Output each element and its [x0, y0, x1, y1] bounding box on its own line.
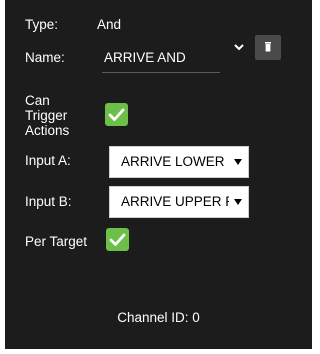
- chevron-down-icon[interactable]: [232, 40, 246, 54]
- input-b-selected: ARRIVE UPPER RI(: [121, 194, 229, 209]
- input-b-select[interactable]: ARRIVE UPPER RI(: [109, 186, 249, 218]
- type-label: Type:: [25, 17, 59, 32]
- input-a-label: Input A:: [25, 153, 71, 168]
- name-field-wrapper: [102, 44, 220, 73]
- caret-down-icon: [234, 199, 242, 205]
- channel-id: Channel ID: 0: [117, 310, 200, 325]
- per-target-label: Per Target: [25, 234, 88, 249]
- name-label: Name:: [25, 50, 65, 65]
- type-value: And: [97, 17, 122, 32]
- properties-panel: Type: And Name: Can Trigger Actions Inpu…: [5, 0, 312, 349]
- trigger-actions-line-1: Can: [25, 93, 50, 108]
- trash-icon: [265, 42, 271, 52]
- input-a-selected: ARRIVE LOWER RI: [121, 154, 229, 169]
- input-a-select[interactable]: ARRIVE LOWER RI: [109, 146, 249, 178]
- input-b-label: Input B:: [25, 194, 72, 209]
- trigger-actions-line-3: Actions: [25, 123, 70, 138]
- name-input[interactable]: [102, 44, 220, 72]
- check-icon: [109, 233, 126, 246]
- trigger-actions-checkbox[interactable]: [105, 103, 128, 126]
- check-icon: [108, 108, 125, 121]
- trigger-actions-line-2: Trigger: [25, 108, 68, 123]
- delete-button[interactable]: [255, 35, 281, 60]
- caret-down-icon: [234, 159, 242, 165]
- per-target-checkbox[interactable]: [106, 228, 129, 251]
